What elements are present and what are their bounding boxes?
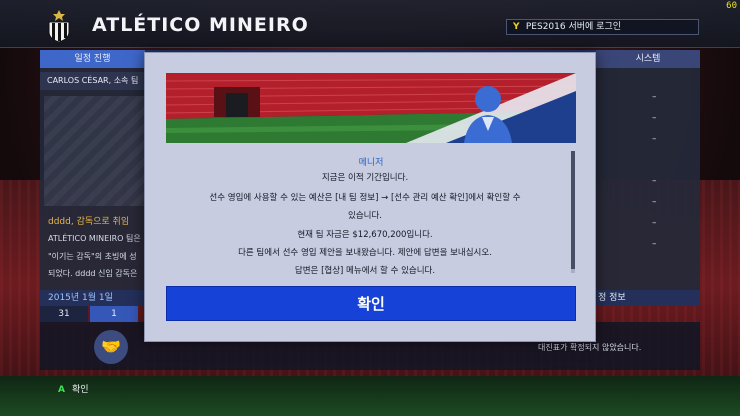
fps-counter: 60 (726, 1, 737, 11)
club-name: ATLÉTICO MINEIRO (92, 14, 309, 36)
system-item-value: – (652, 176, 657, 186)
system-item-value: – (652, 113, 657, 123)
system-item-value: – (652, 92, 657, 102)
news-line: "이기는 감독"의 초빙에 성 (48, 252, 137, 261)
system-item-value: – (652, 239, 657, 249)
server-login-button[interactable]: Y PES2016 서버에 로그인 (506, 19, 699, 35)
message-body: 메니저 지금은 이적 기간입니다. 선수 영입에 사용할 수 있는 예산은 [내… (166, 149, 576, 276)
footer-hint[interactable]: A 확인 (58, 382, 89, 395)
news-title: dddd, 감독으로 취임 (48, 217, 130, 227)
tab-system[interactable]: 시스템 (596, 50, 700, 68)
message-line: 답변은 [협상] 메뉴에서 할 수 있습니다. (294, 266, 436, 276)
y-button-icon: Y (513, 22, 520, 32)
message-line: 있습니다. (348, 211, 382, 221)
a-button-icon: A (58, 385, 65, 395)
message-scroll-thumb[interactable] (571, 151, 575, 269)
system-item-value: – (652, 218, 657, 228)
bracket-note: 대진표가 확정되지 않았습니다. (538, 343, 642, 352)
handshake-icon[interactable]: 🤝 (94, 330, 128, 364)
sender-tag: 메니저 (358, 158, 384, 168)
manager-message-dialog: 메니저 지금은 이적 기간입니다. 선수 영입에 사용할 수 있는 예산은 [내… (144, 52, 596, 342)
schedule-info-header: 정 정보 (596, 290, 700, 306)
coach-info-bar: CARLOS CÉSAR, 소속 팀 (40, 72, 145, 90)
message-line: 지금은 이적 기간입니다. (321, 173, 409, 183)
news-line: ATLÉTICO MINEIRO 팀은 (48, 234, 141, 243)
news-line: 되었다. dddd 신임 감독은 (48, 269, 138, 278)
current-date: 2015년 1월 1일 (40, 290, 145, 306)
news-image (44, 96, 144, 206)
stadium-banner-image (166, 73, 576, 143)
message-line: 다른 팀에서 선수 영입 제안을 보내왔습니다. 제안에 답변을 보내십시오. (238, 248, 492, 258)
calendar-day[interactable]: 31 (40, 306, 88, 322)
message-line: 선수 영입에 사용할 수 있는 예산은 [내 팀 정보] → [선수 관리 예산… (209, 193, 521, 203)
calendar-day-selected[interactable]: 1 (90, 306, 138, 322)
confirm-button[interactable]: 확인 (166, 286, 576, 321)
pitch-backdrop (0, 376, 740, 416)
system-item-value: – (652, 134, 657, 144)
system-item-value: – (652, 197, 657, 207)
system-panel (596, 68, 700, 290)
message-line: 현재 팀 자금은 $12,670,200입니다. (297, 230, 433, 240)
tab-schedule[interactable]: 일정 진행 (40, 50, 145, 68)
club-crest-icon (48, 10, 70, 42)
server-login-label: PES2016 서버에 로그인 (525, 22, 622, 32)
footer-hint-label: 확인 (71, 385, 89, 395)
